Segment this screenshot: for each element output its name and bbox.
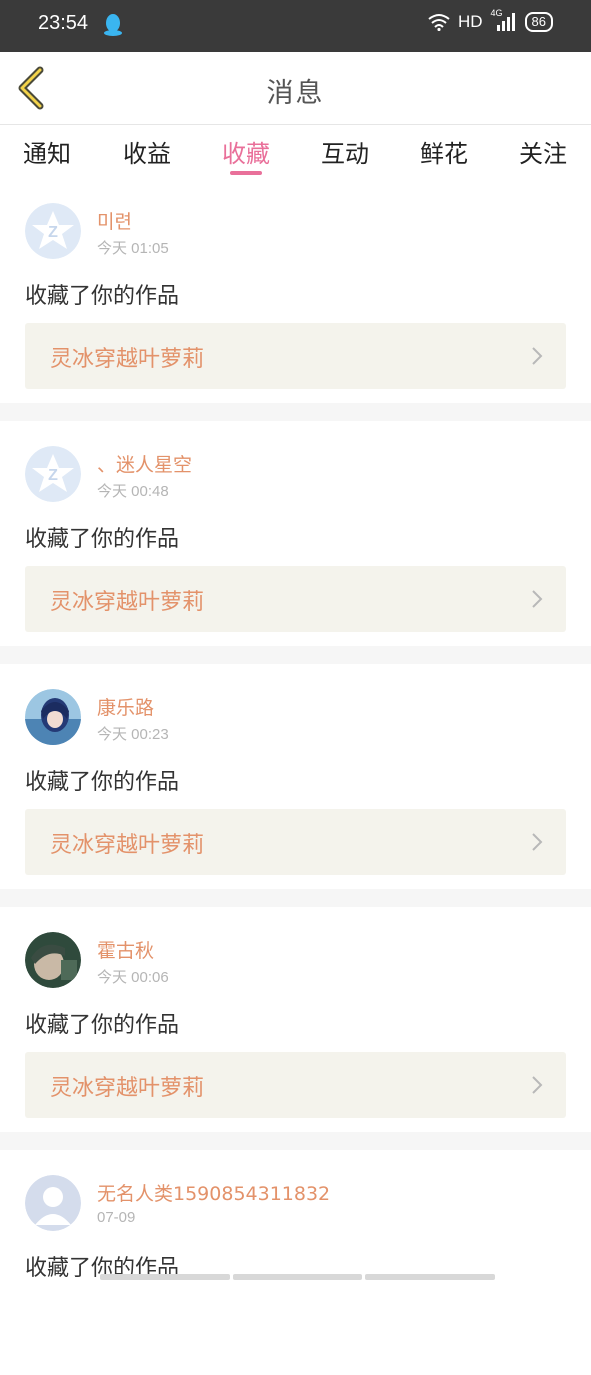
default-person-icon bbox=[25, 1175, 81, 1231]
work-title: 灵冰穿越叶萝莉 bbox=[50, 590, 205, 615]
list-item: 霍古秋 今天 00:06 收藏了你的作品 灵冰穿越叶萝莉 bbox=[0, 914, 591, 1132]
active-tab-indicator bbox=[230, 171, 262, 175]
title-bar: 消息 bbox=[0, 52, 591, 125]
wifi-icon bbox=[428, 14, 450, 31]
avatar[interactable] bbox=[25, 932, 81, 988]
tab-earnings[interactable]: 收益 bbox=[112, 134, 182, 169]
work-link[interactable]: 灵冰穿越叶萝莉 bbox=[25, 323, 566, 389]
tab-favorites[interactable]: 收藏 bbox=[211, 134, 281, 169]
work-link[interactable]: 灵冰穿越叶萝莉 bbox=[25, 1052, 566, 1118]
battery-indicator: 86 bbox=[524, 12, 553, 32]
default-star-icon: Z bbox=[25, 446, 81, 502]
username[interactable]: 康乐路 bbox=[97, 693, 154, 720]
avatar[interactable]: Z bbox=[25, 203, 81, 259]
divider bbox=[0, 646, 591, 664]
scroll-indicator bbox=[100, 1274, 496, 1280]
divider bbox=[0, 889, 591, 907]
action-text: 收藏了你的作品 bbox=[25, 284, 180, 309]
status-bar: 23:54 HD 4G 86 bbox=[0, 0, 591, 52]
tab-bar: 通知 收益 收藏 互动 鲜花 关注 bbox=[0, 125, 591, 183]
svg-text:Z: Z bbox=[48, 467, 58, 484]
timestamp: 今天 00:23 bbox=[97, 726, 169, 743]
list-item: 康乐路 今天 00:23 收藏了你的作品 灵冰穿越叶萝莉 bbox=[0, 671, 591, 889]
list-item: 无名人类1590854311832 07-09 收藏了你的作品 bbox=[0, 1157, 591, 1375]
tab-flowers[interactable]: 鲜花 bbox=[409, 134, 479, 169]
qq-icon bbox=[104, 14, 122, 36]
work-title: 灵冰穿越叶萝莉 bbox=[50, 347, 205, 372]
avatar[interactable]: Z bbox=[25, 446, 81, 502]
tab-notify[interactable]: 通知 bbox=[12, 134, 82, 169]
page-title: 消息 bbox=[266, 78, 325, 109]
work-link[interactable]: 灵冰穿越叶萝莉 bbox=[25, 566, 566, 632]
svg-text:Z: Z bbox=[48, 224, 58, 241]
signal-icon: 4G bbox=[491, 8, 517, 32]
username[interactable]: 霍古秋 bbox=[97, 936, 154, 963]
status-time: 23:54 bbox=[38, 12, 89, 34]
chevron-right-icon bbox=[532, 590, 543, 608]
default-star-icon: Z bbox=[25, 203, 81, 259]
work-title: 灵冰穿越叶萝莉 bbox=[50, 833, 205, 858]
work-title: 灵冰穿越叶萝莉 bbox=[50, 1076, 205, 1101]
list-item: Z 미련 今天 01:05 收藏了你的作品 灵冰穿越叶萝莉 bbox=[0, 185, 591, 403]
divider bbox=[0, 1132, 591, 1150]
tab-follow[interactable]: 关注 bbox=[508, 134, 578, 169]
boy-photo bbox=[25, 932, 81, 988]
anime-girl-photo bbox=[25, 689, 81, 745]
action-text: 收藏了你的作品 bbox=[25, 770, 180, 795]
timestamp: 今天 00:06 bbox=[97, 969, 169, 986]
username[interactable]: 、迷人星空 bbox=[97, 450, 192, 477]
status-indicators: HD 4G 86 bbox=[428, 8, 553, 32]
chevron-right-icon bbox=[532, 347, 543, 365]
username[interactable]: 无名人类1590854311832 bbox=[97, 1179, 330, 1206]
action-text: 收藏了你的作品 bbox=[25, 1013, 180, 1038]
divider bbox=[0, 403, 591, 421]
avatar[interactable] bbox=[25, 1175, 81, 1231]
tab-interaction[interactable]: 互动 bbox=[310, 134, 380, 169]
username[interactable]: 미련 bbox=[97, 207, 132, 234]
action-text: 收藏了你的作品 bbox=[25, 527, 180, 552]
avatar[interactable] bbox=[25, 689, 81, 745]
network-type: HD bbox=[457, 12, 483, 31]
chevron-right-icon bbox=[532, 1076, 543, 1094]
work-link[interactable]: 灵冰穿越叶萝莉 bbox=[25, 809, 566, 875]
list-item: Z 、迷人星空 今天 00:48 收藏了你的作品 灵冰穿越叶萝莉 bbox=[0, 428, 591, 646]
chevron-right-icon bbox=[532, 833, 543, 851]
timestamp: 07-09 bbox=[97, 1209, 136, 1226]
timestamp: 今天 01:05 bbox=[97, 240, 169, 257]
timestamp: 今天 00:48 bbox=[97, 483, 169, 500]
